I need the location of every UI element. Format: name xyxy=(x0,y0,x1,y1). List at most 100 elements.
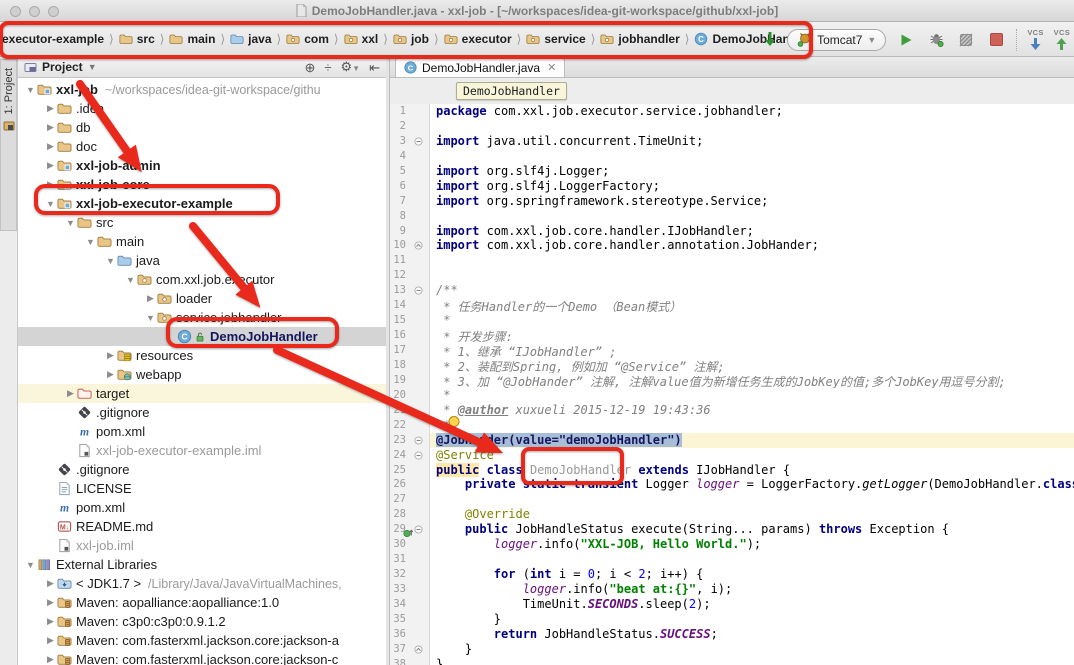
editor-gutter[interactable]: 22 xyxy=(390,418,430,433)
editor-gutter[interactable]: 31 xyxy=(390,552,430,567)
editor-gutter[interactable]: 38 xyxy=(390,657,430,665)
tree-item-pom-xml[interactable]: mpom.xml xyxy=(18,422,386,441)
tree-item-resources[interactable]: ▶resources xyxy=(18,346,386,365)
stop-button[interactable] xyxy=(986,30,1006,50)
tree-item-webapp[interactable]: ▶webapp xyxy=(18,365,386,384)
tree-item-external-libraries[interactable]: ▼External Libraries xyxy=(18,555,386,574)
hide-panel-icon[interactable]: ⇤ xyxy=(369,61,380,74)
editor-gutter[interactable]: 30 xyxy=(390,537,430,552)
chevron-down-icon[interactable]: ▼ xyxy=(64,218,77,228)
editor-gutter[interactable]: 13 xyxy=(390,283,430,298)
tree-item-doc[interactable]: ▶doc xyxy=(18,137,386,156)
code-line-text[interactable]: } xyxy=(430,612,1074,627)
code-line-text[interactable]: * xyxy=(430,388,1074,403)
breadcrumb-item-jobhandler[interactable]: jobhandler xyxy=(600,32,679,46)
tree-item-loader[interactable]: ▶loader xyxy=(18,289,386,308)
chevron-right-icon[interactable]: ▶ xyxy=(44,103,57,114)
scroll-down-icon[interactable] xyxy=(763,31,777,48)
tree-item-java[interactable]: ▼java xyxy=(18,251,386,270)
editor-gutter[interactable]: 3 xyxy=(390,134,430,149)
tree-item-service-jobhandler[interactable]: ▼service.jobhandler xyxy=(18,308,386,327)
chevron-right-icon[interactable]: ▶ xyxy=(44,160,57,171)
editor-gutter[interactable]: 19 xyxy=(390,373,430,388)
tree-item-xxl-job-iml[interactable]: xxl-job.iml xyxy=(18,536,386,555)
code-line-text[interactable]: import java.util.concurrent.TimeUnit; xyxy=(430,134,1074,149)
code-line-text[interactable]: for (int i = 0; i < 2; i++) { xyxy=(430,567,1074,582)
chevron-down-icon[interactable]: ▼ xyxy=(24,85,37,95)
editor-gutter[interactable]: 17 xyxy=(390,343,430,358)
code-line-text[interactable]: private static transient Logger logger =… xyxy=(430,477,1074,492)
chevron-right-icon[interactable]: ▶ xyxy=(44,597,57,608)
editor-gutter[interactable]: 18 xyxy=(390,358,430,373)
editor-gutter[interactable]: 33 xyxy=(390,582,430,597)
code-line-text[interactable] xyxy=(430,268,1074,283)
chevron-down-icon[interactable]: ▼ xyxy=(44,199,57,209)
code-line-text[interactable]: import org.slf4j.LoggerFactory; xyxy=(430,179,1074,194)
debug-button[interactable] xyxy=(926,30,946,50)
tree-item-readme-md[interactable]: M↓README.md xyxy=(18,517,386,536)
editor-gutter[interactable]: 32 xyxy=(390,567,430,582)
chevron-down-icon[interactable]: ▼ xyxy=(124,275,137,285)
code-line-text[interactable]: logger.info("XXL-JOB, Hello World."); xyxy=(430,537,1074,552)
code-line-text[interactable]: /** xyxy=(430,283,1074,298)
editor-gutter[interactable]: 5 xyxy=(390,164,430,179)
code-line-text[interactable]: import com.xxl.job.core.handler.IJobHand… xyxy=(430,224,1074,239)
tree-item-maven-com-fasterxml-jackson-core-jackson-a[interactable]: ▶Maven: com.fasterxml.jackson.core:jacks… xyxy=(18,631,386,650)
code-line-text[interactable]: @JobHander(value="demoJobHandler") xyxy=(430,433,1074,448)
editor-gutter[interactable]: 11 xyxy=(390,253,430,268)
minimize-window-icon[interactable] xyxy=(29,6,40,17)
code-line-text[interactable]: import org.slf4j.Logger; xyxy=(430,164,1074,179)
tree-item-maven-com-fasterxml-jackson-core-jackson-c[interactable]: ▶Maven: com.fasterxml.jackson.core:jacks… xyxy=(18,650,386,665)
chevron-right-icon[interactable]: ▶ xyxy=(144,293,157,304)
code-line-text[interactable]: } xyxy=(430,657,1074,665)
editor-tab[interactable]: C DemoJobHandler.java ✕ xyxy=(395,57,565,77)
chevron-down-icon[interactable]: ▼ xyxy=(144,313,157,323)
editor-gutter[interactable]: 20 xyxy=(390,388,430,403)
tree-item-maven-c3p0-c3p0-0-9-1-2[interactable]: ▶Maven: c3p0:c3p0:0.9.1.2 xyxy=(18,612,386,631)
editor-gutter[interactable]: 15 xyxy=(390,313,430,328)
project-panel-title[interactable]: Project ▼ xyxy=(24,60,97,74)
tree-item-maven-aopalliance-aopalliance-1-0[interactable]: ▶Maven: aopalliance:aopalliance:1.0 xyxy=(18,593,386,612)
editor-gutter[interactable]: 35 xyxy=(390,612,430,627)
code-line-text[interactable]: return JobHandleStatus.SUCCESS; xyxy=(430,627,1074,642)
breadcrumb-item-xxl[interactable]: xxl xyxy=(344,32,379,46)
breadcrumb-item-main[interactable]: main xyxy=(169,32,215,46)
chevron-right-icon[interactable]: ▶ xyxy=(44,654,57,665)
editor-gutter[interactable]: 24 xyxy=(390,448,430,463)
coverage-button[interactable] xyxy=(956,30,976,50)
tree-item-target[interactable]: ▶target xyxy=(18,384,386,403)
tree-item-license[interactable]: LICENSE xyxy=(18,479,386,498)
tree-item-db[interactable]: ▶db xyxy=(18,118,386,137)
breadcrumb-item-executor[interactable]: executor xyxy=(444,32,512,46)
editor-gutter[interactable]: 21 xyxy=(390,403,430,418)
code-line-text[interactable]: @Service xyxy=(430,448,1074,463)
chevron-down-icon[interactable]: ▼ xyxy=(84,237,97,247)
code-line-text[interactable]: * 开发步骤: xyxy=(430,328,1074,343)
close-tab-icon[interactable]: ✕ xyxy=(547,61,556,74)
tree-item--idea[interactable]: ▶.idea xyxy=(18,99,386,118)
code-editor[interactable]: 1package com.xxl.job.executor.service.jo… xyxy=(390,104,1074,665)
editor-gutter[interactable]: 23 xyxy=(390,433,430,448)
chevron-right-icon[interactable]: ▶ xyxy=(44,179,57,190)
editor-gutter[interactable]: 27 xyxy=(390,492,430,507)
intention-bulb-icon[interactable] xyxy=(446,415,462,437)
breadcrumb-item-job[interactable]: job xyxy=(393,32,429,46)
tree-item-pom-xml[interactable]: mpom.xml xyxy=(18,498,386,517)
code-line-text[interactable]: */ xyxy=(430,418,1074,433)
code-line-text[interactable]: import com.xxl.job.core.handler.annotati… xyxy=(430,238,1074,253)
code-line-text[interactable]: logger.info("beat at:{}", i); xyxy=(430,582,1074,597)
tree-item-main[interactable]: ▼main xyxy=(18,232,386,251)
settings-gear-icon[interactable]: ⚙▼ xyxy=(341,60,361,75)
editor-gutter[interactable]: 8 xyxy=(390,209,430,224)
code-line-text[interactable] xyxy=(430,119,1074,134)
chevron-right-icon[interactable]: ▶ xyxy=(44,141,57,152)
breadcrumb-item-java[interactable]: java xyxy=(230,32,271,46)
code-line-text[interactable]: public JobHandleStatus execute(String...… xyxy=(430,522,1074,537)
chevron-right-icon[interactable]: ▶ xyxy=(44,616,57,627)
chevron-right-icon[interactable]: ▶ xyxy=(44,122,57,133)
code-line-text[interactable] xyxy=(430,209,1074,224)
code-line-text[interactable]: * 1、继承 “IJobHandler” ; xyxy=(430,343,1074,358)
editor-gutter[interactable]: 29 xyxy=(390,522,430,537)
tree-item-demojobhandler[interactable]: CDemoJobHandler xyxy=(18,327,386,346)
code-line-text[interactable]: * 2、装配到Spring, 例如加 “@Service” 注解; xyxy=(430,358,1074,373)
